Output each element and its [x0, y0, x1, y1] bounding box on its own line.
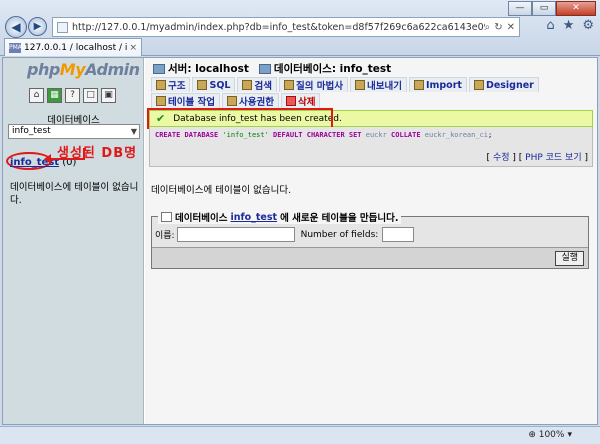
window-controls: — ▭ ✕ — [508, 1, 596, 16]
no-tables-text: 데이터베이스에 테이블이 없습니다. — [151, 185, 292, 196]
back-button[interactable]: ◀ — [5, 16, 27, 38]
tabs-row-2: 테이블 작업 사용권한 삭제 — [151, 93, 321, 108]
sql-links: [ 수정 ] [ PHP 코드 보기 ] — [486, 153, 588, 163]
tab-bar: PMA 127.0.0.1 / localhost / info... × — [0, 38, 600, 56]
maximize-button[interactable]: ▭ — [532, 1, 556, 16]
main-frame: 서버: localhost 데이터베이스: info_test 구조 SQL 검… — [145, 58, 597, 424]
pma-favicon-icon: PMA — [9, 42, 22, 53]
chevron-down-icon: ▼ — [130, 127, 137, 136]
tab-close-icon[interactable]: × — [129, 43, 137, 53]
home-icon[interactable]: ⌂ — [546, 18, 554, 33]
annotation-box — [147, 108, 333, 129]
breadcrumb-server[interactable]: 서버: localhost — [153, 61, 249, 76]
drop-icon — [285, 96, 296, 106]
tab-operations[interactable]: 테이블 작업 — [151, 93, 221, 108]
forward-button[interactable]: ▶ — [28, 17, 47, 36]
tab-privileges[interactable]: 사용권한 — [222, 93, 279, 108]
tab-title: 127.0.0.1 / localhost / info... — [24, 42, 128, 53]
page-viewport: phpMyAdmin ⌂ ▦ ? □ ▣ 데이터베이스 info_test ▼ … — [2, 57, 598, 425]
operations-icon — [156, 96, 166, 106]
sql-query-box: CREATE DATABASE 'info_test' DEFAULT CHAR… — [149, 127, 593, 167]
tab-search[interactable]: 검색 — [237, 77, 277, 92]
structure-icon — [156, 80, 166, 90]
edit-query-link[interactable]: 수정 — [493, 153, 510, 163]
home-icon[interactable]: ⌂ — [29, 88, 44, 103]
create-table-form: 이름: Number of fields: — [155, 227, 415, 242]
query-wizard-icon — [283, 80, 294, 90]
breadcrumb: 서버: localhost 데이터베이스: info_test — [153, 61, 391, 76]
legend-db-link[interactable]: info_test — [230, 212, 277, 223]
import-icon — [413, 80, 424, 90]
sql-query-text: CREATE DATABASE 'info_test' DEFAULT CHAR… — [155, 131, 493, 139]
close-window-button[interactable]: ✕ — [556, 1, 596, 16]
logo-my: My — [59, 60, 86, 79]
server-icon — [153, 63, 165, 74]
new-table-icon — [161, 212, 172, 222]
left-frame: phpMyAdmin ⌂ ▦ ? □ ▣ 데이터베이스 info_test ▼ … — [3, 58, 144, 424]
tab-export[interactable]: 내보내기 — [349, 77, 407, 92]
search-icon — [242, 80, 253, 90]
table-name-label: 이름: — [155, 231, 175, 241]
tab-designer[interactable]: Designer — [468, 77, 539, 92]
browser-tab[interactable]: PMA 127.0.0.1 / localhost / info... × — [4, 38, 142, 56]
zoom-level: 100% — [538, 430, 565, 440]
php-code-link[interactable]: PHP 코드 보기 — [525, 153, 581, 163]
create-table-footer: 실행 — [152, 247, 588, 268]
browser-toolbar-icons: ⌂ ★ ⚙ — [546, 18, 594, 33]
phpmyadmin-logo[interactable]: phpMyAdmin — [27, 60, 140, 79]
minimize-button[interactable]: — — [508, 1, 532, 16]
breadcrumb-database[interactable]: 데이터베이스: info_test — [258, 61, 391, 76]
chevron-down-icon: ▾ — [567, 430, 572, 440]
tab-sql[interactable]: SQL — [192, 77, 236, 92]
status-bar: ⊕ 100% ▾ — [0, 426, 600, 444]
documentation-icon[interactable]: ? — [65, 88, 80, 103]
create-table-legend: 데이터베이스 info_test 에 새로운 테이블을 만듭니다. — [158, 210, 402, 224]
database-select[interactable]: info_test ▼ — [8, 124, 140, 139]
tab-query-wizard[interactable]: 질의 마법사 — [278, 77, 348, 92]
favorites-star-icon[interactable]: ★ — [563, 18, 575, 33]
left-no-tables-text: 데이터베이스에 테이블이 없습니다. — [10, 182, 139, 206]
sql-icon — [197, 80, 208, 90]
refresh-icon[interactable]: ↻ — [494, 22, 502, 33]
left-nav-icons: ⌂ ▦ ? □ ▣ — [29, 88, 116, 103]
page-icon — [57, 21, 68, 33]
tab-drop[interactable]: 삭제 — [280, 93, 321, 108]
zoom-control[interactable]: ⊕ 100% ▾ — [528, 430, 572, 440]
logo-admin: Admin — [85, 60, 140, 79]
privileges-icon — [227, 96, 238, 106]
address-bar[interactable]: http://127.0.0.1/myadmin/index.php?db=in… — [52, 17, 520, 37]
tab-structure[interactable]: 구조 — [151, 77, 191, 92]
address-tools: ⌕ ↻ ✕ — [485, 22, 519, 33]
stop-icon[interactable]: ✕ — [507, 22, 515, 33]
tabs-row-1: 구조 SQL 검색 질의 마법사 내보내기 Import Designer — [151, 77, 539, 92]
info-icon[interactable]: □ — [83, 88, 98, 103]
export-icon — [354, 80, 365, 90]
browser-chrome: — ▭ ✕ ◀ ▶ http://127.0.0.1/myadmin/index… — [0, 0, 600, 56]
sql-query-icon[interactable]: ▦ — [47, 88, 62, 103]
database-icon — [258, 63, 271, 74]
tab-import[interactable]: Import — [408, 77, 467, 92]
table-name-input[interactable] — [176, 227, 295, 242]
fields-count-label: Number of fields: — [300, 229, 379, 240]
fields-count-input[interactable] — [382, 227, 415, 242]
annotation-arrow — [44, 148, 85, 164]
logo-php: php — [27, 60, 60, 79]
url-text: http://127.0.0.1/myadmin/index.php?db=in… — [72, 21, 485, 33]
settings-gear-icon[interactable]: ⚙ — [582, 18, 594, 33]
search-icon[interactable]: ⌕ — [485, 22, 491, 33]
create-table-fieldset: 데이터베이스 info_test 에 새로운 테이블을 만듭니다. 이름: Num… — [151, 210, 589, 269]
designer-icon — [473, 80, 484, 90]
window-icon[interactable]: ▣ — [101, 88, 116, 103]
database-select-value: info_test — [12, 126, 51, 136]
zoom-icon: ⊕ — [528, 430, 536, 440]
go-button[interactable]: 실행 — [555, 251, 584, 266]
